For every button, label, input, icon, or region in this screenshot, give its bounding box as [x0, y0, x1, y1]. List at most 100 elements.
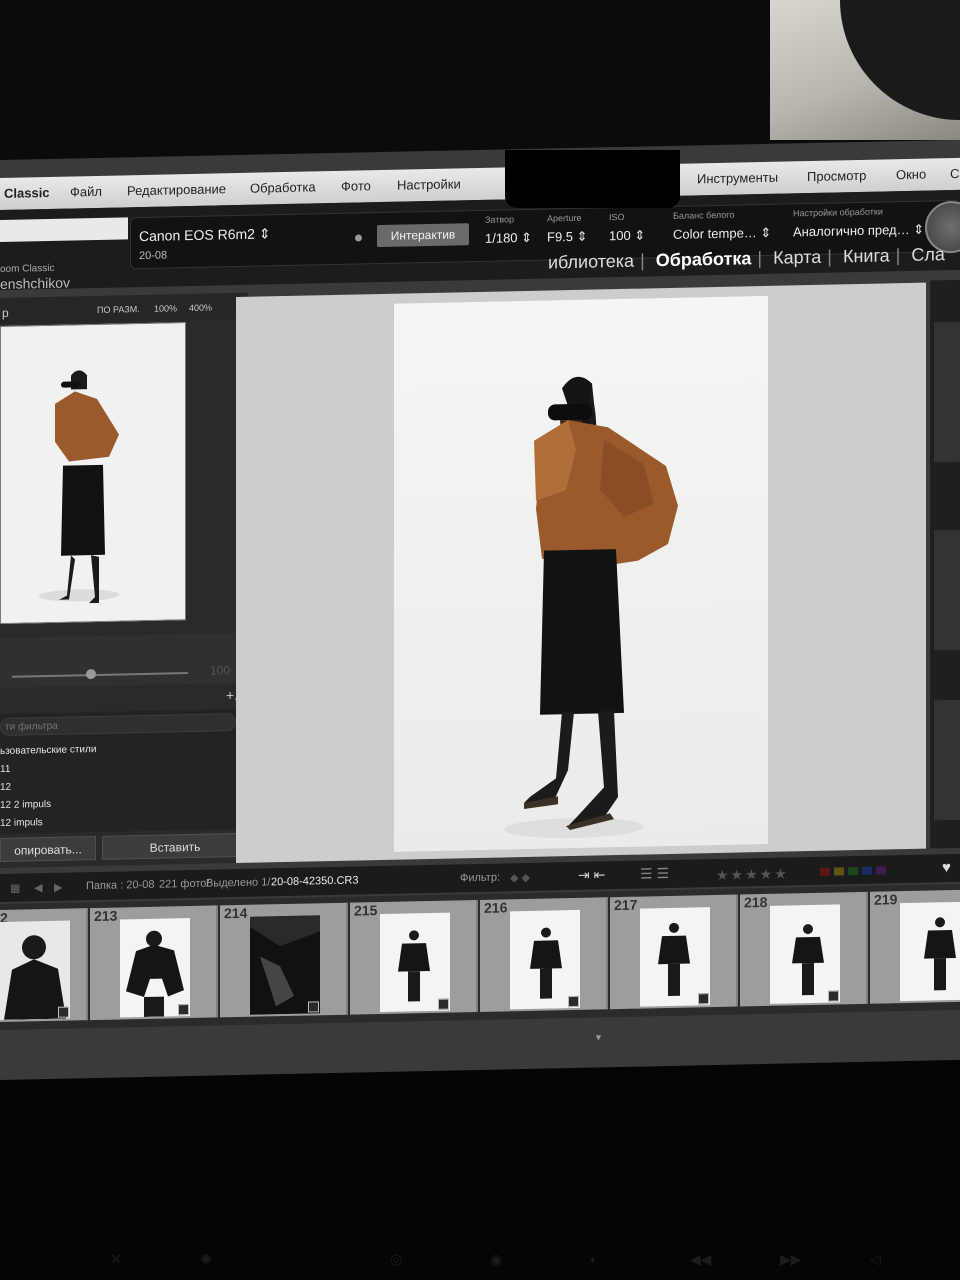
copy-settings-button[interactable]: опировать... — [0, 835, 96, 862]
filmstrip-cell[interactable]: 216 — [480, 897, 608, 1012]
develop-badge-icon — [698, 993, 709, 1005]
forward-arrow-icon[interactable]: ▶ — [54, 881, 62, 894]
preset-item[interactable]: 12 2 impuls — [0, 799, 51, 811]
frame-thumbnail — [380, 912, 450, 1013]
menu-window[interactable]: Окно — [896, 167, 926, 183]
preset-item[interactable]: 12 — [0, 782, 11, 793]
preset-item[interactable]: 11 — [0, 764, 10, 775]
paste-settings-button[interactable]: Вставить — [102, 832, 248, 860]
frame-number: 217 — [614, 896, 638, 914]
preset-item[interactable]: 12 impuls — [0, 817, 43, 829]
menu-tools[interactable]: Инструменты — [697, 170, 778, 187]
module-slideshow[interactable]: Сла — [911, 244, 945, 265]
dock-icon: ✕ — [110, 1251, 122, 1267]
module-develop[interactable]: Обработка — [656, 248, 752, 270]
compare-icon[interactable]: ☰ ☰ — [640, 865, 669, 883]
flag-filter-icon[interactable]: ◆ ◆ — [510, 871, 530, 884]
interactive-button[interactable]: Интерактив — [377, 223, 469, 248]
aperture-field[interactable]: Aperture F9.5 ⇕ — [547, 213, 588, 246]
frame-number: 218 — [744, 893, 768, 911]
module-library[interactable]: иблиотека — [548, 251, 634, 273]
app-brand: oom Classic — [0, 262, 55, 275]
iso-label: ISO — [609, 211, 625, 223]
app-menu[interactable]: Classic — [4, 185, 50, 201]
frame-thumbnail — [0, 920, 70, 1020]
develop-badge-icon — [438, 998, 449, 1010]
rating-filter[interactable]: ★★★★★ — [716, 865, 789, 884]
basic-panel — [934, 699, 960, 821]
presets-list: ьзовательские стили 11 12 12 2 impuls 12… — [0, 708, 244, 834]
zoom-400[interactable]: 400% — [189, 303, 212, 313]
menu-settings[interactable]: Настройки — [397, 176, 461, 192]
filmstrip-cell[interactable]: 218 — [740, 891, 868, 1007]
color-chip[interactable] — [834, 867, 844, 876]
amount-slider-thumb[interactable] — [86, 668, 96, 680]
color-chip[interactable] — [876, 866, 886, 875]
status-dot-icon — [355, 234, 362, 242]
color-chip[interactable] — [820, 867, 830, 876]
aperture-value: F9.5 — [547, 228, 574, 245]
white-balance-field[interactable]: Баланс белого Color tempe… ⇕ — [673, 209, 771, 243]
presets-header: +. — [0, 685, 248, 712]
presets-search-input[interactable] — [0, 713, 236, 736]
color-label-filter[interactable] — [820, 865, 890, 878]
develop-badge-icon — [308, 1001, 319, 1013]
loupe-view[interactable] — [236, 282, 926, 864]
menu-file[interactable]: Файл — [70, 184, 102, 200]
filmstrip-cell[interactable]: 217 — [610, 894, 738, 1010]
menu-edit[interactable]: Редактирование — [127, 181, 226, 198]
shutter-label: Затвор — [485, 214, 515, 225]
develop-badge-icon — [568, 995, 579, 1008]
dock-icon: ◉ — [490, 1251, 503, 1267]
histogram-panel — [934, 321, 960, 463]
heart-icon[interactable]: ♥ — [942, 859, 951, 876]
grid-view-icon[interactable]: ▦ — [10, 882, 20, 895]
collapse-filmstrip-icon[interactable]: ▼ — [594, 1032, 603, 1042]
preset-group-user[interactable]: ьзовательские стили — [0, 744, 96, 757]
dock-reflection: ✕ ✺ ◎ ◉ ◐ ◀◀ ▶▶ ◁ — [0, 1245, 960, 1275]
camera-select[interactable]: Canon EOS R6m2 ⇕ — [139, 225, 271, 245]
processing-field[interactable]: Настройки обработки Аналогично пред… ⇕ — [793, 206, 924, 241]
white-balance-label: Баланс белого — [673, 209, 735, 221]
filmstrip-cell[interactable]: 2 — [0, 908, 88, 1023]
menu-help[interactable]: С — [950, 166, 959, 181]
menu-view[interactable]: Просмотр — [807, 168, 866, 184]
navigator-preview[interactable] — [0, 322, 186, 624]
color-chip[interactable] — [848, 867, 858, 876]
folder-source[interactable]: Папка : 20-08 — [86, 879, 154, 892]
studio-window — [770, 0, 960, 140]
dock-icon: ◀◀ — [690, 1251, 712, 1267]
navigator-title: р — [2, 305, 9, 320]
iso-value: 100 — [609, 227, 631, 244]
white-balance-value: Color tempe… — [673, 225, 757, 242]
shutter-field[interactable]: Затвор 1/180 ⇕ — [485, 214, 532, 247]
processing-label: Настройки обработки — [793, 206, 883, 219]
filmstrip-cell[interactable]: 219 — [870, 889, 960, 1004]
color-chip[interactable] — [862, 866, 872, 875]
menu-develop[interactable]: Обработка — [250, 179, 316, 195]
develop-badge-icon — [828, 990, 839, 1002]
zoom-fit[interactable]: ПО РАЗМ. — [97, 304, 140, 315]
amount-slider-track[interactable] — [12, 672, 188, 678]
left-panel: р ПО РАЗМ. 100% 400% 100 +. ти фильтра ь… — [0, 292, 248, 868]
filmstrip-cell[interactable]: 213 — [90, 905, 218, 1021]
iso-field[interactable]: ISO 100 ⇕ — [609, 211, 645, 244]
main-photo[interactable] — [394, 295, 768, 852]
filmstrip-cell[interactable]: 215 — [350, 899, 478, 1015]
module-book[interactable]: Книга — [843, 245, 890, 266]
tool-strip — [934, 529, 960, 651]
menu-photo[interactable]: Фото — [341, 178, 371, 194]
dock-icon: ◁ — [870, 1251, 881, 1267]
current-filename[interactable]: 20-08-42350.CR3 — [271, 874, 358, 888]
studio-lamp — [840, 0, 960, 120]
import-export-icon[interactable]: ⇥ ⇤ — [578, 866, 605, 884]
navigator-thumbnail — [1, 323, 186, 624]
module-map[interactable]: Карта — [773, 247, 821, 268]
frame-thumbnail — [640, 907, 710, 1007]
zoom-100[interactable]: 100% — [154, 303, 177, 313]
dock-icon: ✺ — [200, 1251, 212, 1267]
filmstrip: 2 213 214 215 216 217 218 219 — [0, 883, 960, 1030]
back-arrow-icon[interactable]: ◀ — [34, 881, 42, 894]
filmstrip-cell[interactable]: 214 — [220, 902, 348, 1018]
dock-icon: ◐ — [590, 1251, 599, 1267]
